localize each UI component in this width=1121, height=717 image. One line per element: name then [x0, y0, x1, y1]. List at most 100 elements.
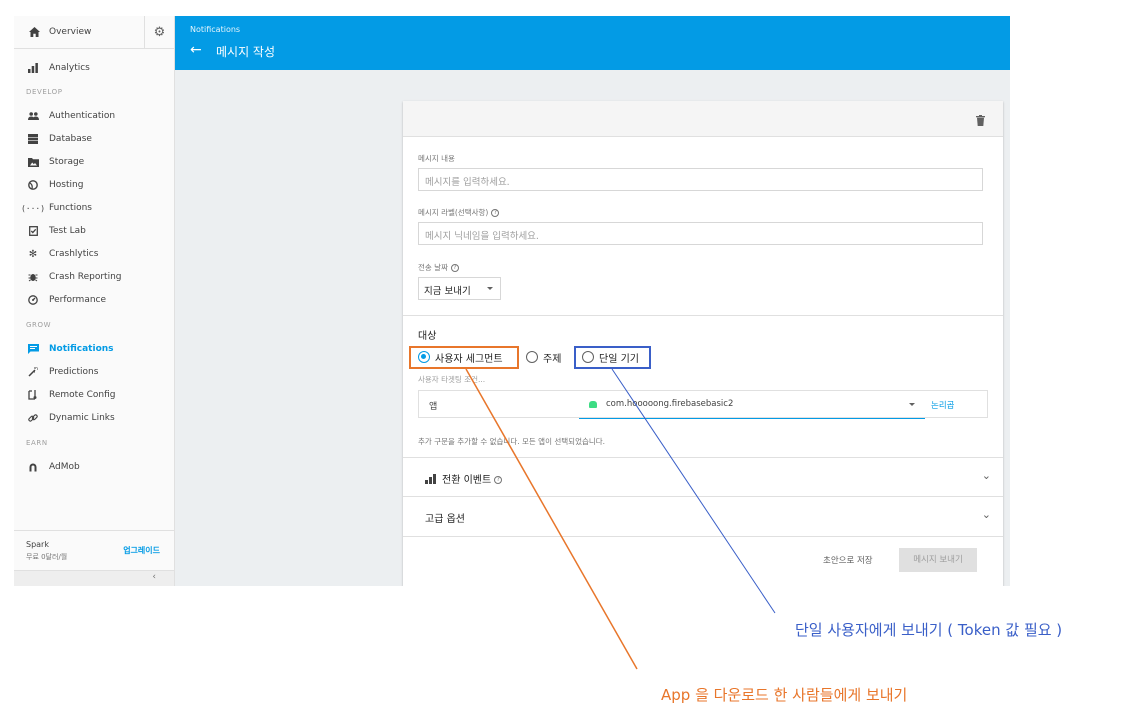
single-device-annotation: 단일 사용자에게 보내기 ( Token 값 필요 ) [795, 621, 1063, 639]
chevron-left-icon: ‹ [152, 572, 156, 582]
folder-image-icon [26, 157, 40, 167]
radio-off-icon [526, 351, 538, 363]
gear-icon[interactable]: ⚙ [144, 16, 174, 49]
message-icon [26, 344, 40, 354]
conversion-events-section[interactable]: 전환 이벤트? ⌄ [403, 457, 1003, 497]
sidebar-item-hosting[interactable]: Hosting [14, 175, 174, 195]
magic-wand-icon [26, 367, 40, 377]
sidebar-item-label: Predictions [49, 367, 99, 377]
speedometer-icon [26, 295, 40, 305]
sidebar-item-performance[interactable]: Performance [14, 290, 174, 310]
message-label-input[interactable]: 메시지 닉네임을 입력하세요. [418, 222, 983, 245]
help-icon[interactable]: ? [491, 209, 500, 217]
bug-icon [26, 272, 40, 282]
sidebar-item-label: Functions [49, 203, 92, 213]
section-grow: GROW [26, 321, 52, 329]
sidebar-item-label: Crashlytics [49, 249, 99, 259]
chevron-down-icon: ⌄ [981, 508, 991, 521]
single-device-highlight-box [574, 346, 651, 369]
app-select-value: com.hooooong.firebasebasic2 [606, 399, 734, 409]
sidebar-item-database[interactable]: Database [14, 129, 174, 149]
message-label-label: 메시지 라벨(선택사항)? [418, 207, 500, 218]
gear-cluster-icon: ✻ [28, 248, 38, 260]
people-icon [26, 112, 40, 120]
sidebar-item-label: Analytics [49, 63, 90, 73]
sidebar-item-dynamic-links[interactable]: Dynamic Links [14, 408, 174, 428]
caret-down-icon [487, 287, 493, 290]
message-composer-card: 메시지 내용 메시지를 입력하세요. 메시지 라벨(선택사항)? 메시지 닉네임… [403, 101, 1003, 586]
sidebar-item-label: Hosting [49, 180, 84, 190]
divider [403, 315, 1003, 316]
sidebar-item-overview[interactable]: Overview ⚙ [14, 16, 174, 49]
globe-icon [26, 180, 40, 190]
arrow-back-icon[interactable]: ← [190, 42, 202, 58]
database-icon [26, 134, 40, 144]
sidebar-item-storage[interactable]: Storage [14, 152, 174, 172]
section-develop: DEVELOP [26, 88, 63, 96]
sidebar-item-label: Remote Config [49, 390, 116, 400]
bar-chart-icon [26, 63, 40, 73]
sidebar-item-crashlytics[interactable]: ✻ Crashlytics [14, 244, 174, 264]
checklist-icon [26, 226, 40, 236]
sidebar-collapse-bar[interactable]: ‹ [14, 570, 174, 586]
home-icon [27, 27, 41, 37]
conversion-events-title: 전환 이벤트? [425, 471, 503, 486]
advanced-options-title: 고급 옵션 [425, 514, 465, 525]
condition-field: 앱 [429, 402, 438, 412]
sidebar-item-test-lab[interactable]: Test Lab [14, 221, 174, 241]
delivery-date-value: 지금 보내기 [424, 286, 471, 297]
sidebar-item-label: Overview [49, 27, 92, 37]
delivery-date-label: 전송 날짜? [418, 262, 459, 273]
target-title: 대상 [418, 331, 437, 342]
send-message-button[interactable]: 메시지 보내기 [899, 548, 977, 572]
condition-note: 추가 구문을 추가할 수 없습니다. 모든 앱이 선택되었습니다. [418, 437, 606, 446]
sidebar-item-remote-config[interactable]: Remote Config [14, 385, 174, 405]
card-footer: 초안으로 저장 메시지 보내기 [403, 536, 1003, 586]
app-select[interactable]: com.hooooong.firebasebasic2 [579, 391, 925, 419]
sidebar-item-authentication[interactable]: Authentication [14, 106, 174, 126]
plan-name: Spark [26, 540, 49, 549]
breadcrumb[interactable]: Notifications [190, 25, 240, 34]
sidebar-item-analytics[interactable]: Analytics [14, 58, 174, 78]
help-icon[interactable]: ? [494, 476, 503, 484]
segment-highlight-box [409, 346, 519, 369]
section-earn: EARN [26, 439, 48, 447]
sidebar-item-label: Authentication [49, 111, 116, 121]
advanced-options-section[interactable]: 고급 옵션 ⌄ [403, 496, 1003, 536]
sidebar-item-label: Crash Reporting [49, 272, 122, 282]
sidebar: Overview ⚙ Analytics DEVELOP Authenticat… [14, 16, 175, 586]
segment-annotation: App 을 다운로드 한 사람들에게 보내기 [661, 686, 908, 704]
sidebar-item-label: Notifications [49, 344, 114, 354]
sidebar-item-label: Dynamic Links [49, 413, 115, 423]
targeting-condition-row: 앱 com.hooooong.firebasebasic2 논리곱 [418, 390, 988, 419]
plan-panel: Spark 무료 0달러/월 업그레이드 [14, 530, 174, 570]
logic-and-button[interactable]: 논리곱 [931, 399, 954, 411]
help-icon[interactable]: ? [450, 264, 459, 272]
upgrade-link[interactable]: 업그레이드 [123, 545, 160, 556]
sidebar-item-crash-reporting[interactable]: Crash Reporting [14, 267, 174, 287]
trash-icon[interactable] [976, 111, 985, 130]
delivery-date-select[interactable]: 지금 보내기 [418, 277, 501, 300]
functions-icon: (···) [20, 203, 46, 213]
message-text-input[interactable]: 메시지를 입력하세요. [418, 168, 983, 191]
radio-topic[interactable]: 주제 [526, 350, 562, 365]
sidebar-item-label: Performance [49, 295, 107, 305]
sidebar-item-admob[interactable]: AdMob [14, 457, 174, 477]
sidebar-item-label: Storage [49, 157, 85, 167]
android-icon [589, 401, 597, 408]
targeting-condition-label: 사용자 타겟팅 조건... [418, 375, 486, 384]
sidebar-item-predictions[interactable]: Predictions [14, 362, 174, 382]
plan-description: 무료 0달러/월 [26, 553, 68, 561]
page-title: 메시지 작성 [216, 45, 276, 59]
bar-chart-icon [425, 474, 436, 484]
message-text-label: 메시지 내용 [418, 154, 455, 163]
admob-icon [26, 462, 40, 472]
chevron-down-icon: ⌄ [981, 469, 991, 482]
sidebar-item-notifications[interactable]: Notifications [14, 339, 174, 359]
card-header [403, 101, 1003, 137]
sidebar-item-functions[interactable]: (···) Functions [14, 198, 174, 218]
remote-config-icon [26, 390, 40, 400]
save-draft-button[interactable]: 초안으로 저장 [823, 554, 873, 566]
sidebar-item-label: AdMob [49, 462, 80, 472]
radio-label: 주제 [543, 353, 562, 365]
